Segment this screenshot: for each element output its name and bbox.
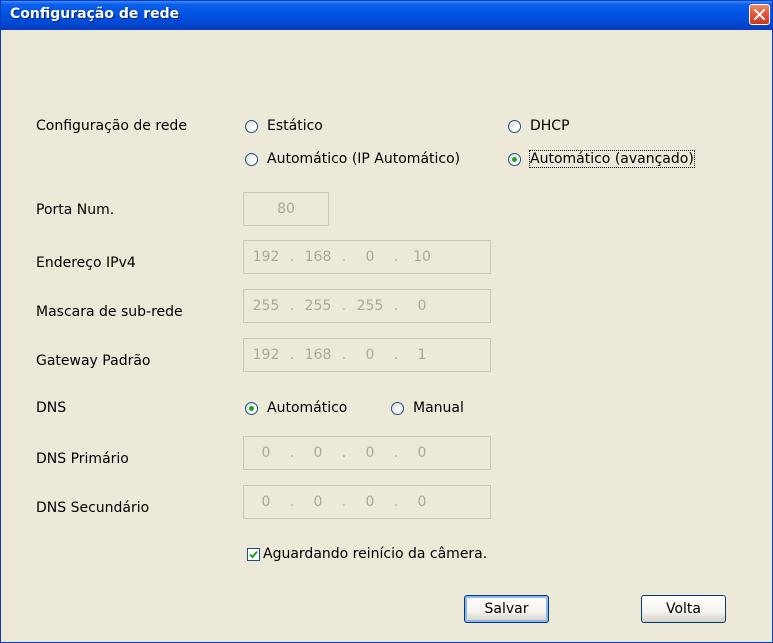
dns-primary-octet-4: 0 — [417, 445, 427, 461]
title-bar[interactable]: Configuração de rede — [1, 1, 772, 30]
dialog-body: Configuração de rede Estático DHCP Autom… — [5, 30, 768, 640]
radio-dns-auto-label: Automático — [267, 400, 348, 416]
radio-dns-auto[interactable]: Automático — [245, 400, 347, 416]
ipv4-octet-4: 10 — [413, 249, 431, 265]
ip-separator: . — [341, 249, 347, 265]
ip-separator: . — [393, 494, 399, 510]
restart-checkbox-label: Aguardando reinício da câmera. — [263, 546, 488, 562]
radio-dhcp[interactable]: DHCP — [508, 118, 570, 134]
radio-dhcp-label: DHCP — [530, 118, 570, 134]
radio-auto-advanced[interactable]: Automático (avançado) — [508, 150, 695, 168]
ipv4-octet-1: 192 — [252, 249, 280, 265]
dns-secondary-label: DNS Secundário — [36, 500, 150, 516]
ip-separator: . — [289, 445, 295, 461]
gateway-label: Gateway Padrão — [36, 353, 151, 369]
close-icon — [754, 9, 765, 20]
radio-auto-advanced-indicator — [508, 152, 521, 166]
radio-auto-advanced-label: Automático (avançado) — [529, 150, 695, 168]
ip-separator: . — [341, 494, 347, 510]
ipv4-octet-3: 0 — [365, 249, 375, 265]
restart-checkbox[interactable]: Aguardando reinício da câmera. — [247, 546, 487, 562]
dns-secondary-octet-1: 0 — [261, 494, 271, 510]
dns-secondary-field[interactable]: 0. 0. 0. 0 — [243, 485, 491, 519]
dns-primary-octet-2: 0 — [313, 445, 323, 461]
ip-separator: . — [289, 298, 295, 314]
radio-dns-manual-indicator — [391, 401, 404, 415]
ip-separator: . — [393, 249, 399, 265]
radio-auto-ip-label: Automático (IP Automático) — [267, 151, 461, 167]
dns-secondary-octet-4: 0 — [417, 494, 427, 510]
radio-auto-ip[interactable]: Automático (IP Automático) — [245, 151, 460, 167]
subnet-label: Mascara de sub-rede — [36, 304, 183, 320]
ip-separator: . — [341, 445, 347, 461]
ip-separator: . — [393, 347, 399, 363]
network-config-label: Configuração de rede — [36, 118, 187, 134]
radio-dhcp-indicator — [508, 119, 521, 133]
gateway-octet-2: 168 — [304, 347, 332, 363]
dns-primary-field[interactable]: 0. 0. 0. 0 — [243, 436, 491, 470]
radio-auto-ip-indicator — [245, 152, 258, 166]
ip-separator: . — [393, 445, 399, 461]
ipv4-field[interactable]: 192. 168. 0. 10 — [243, 240, 491, 274]
dns-secondary-octet-3: 0 — [365, 494, 375, 510]
radio-static[interactable]: Estático — [245, 118, 323, 134]
dns-secondary-octet-2: 0 — [313, 494, 323, 510]
radio-dns-auto-indicator — [245, 401, 258, 415]
port-field[interactable]: 80 — [243, 192, 329, 226]
dns-label: DNS — [36, 400, 67, 416]
ip-separator: . — [289, 347, 295, 363]
subnet-octet-2: 255 — [304, 298, 332, 314]
subnet-field[interactable]: 255. 255. 255. 0 — [243, 289, 491, 323]
port-label: Porta Num. — [36, 202, 115, 218]
subnet-octet-3: 255 — [356, 298, 384, 314]
ip-separator: . — [289, 494, 295, 510]
dns-primary-octet-3: 0 — [365, 445, 375, 461]
gateway-octet-4: 1 — [417, 347, 427, 363]
ip-separator: . — [289, 249, 295, 265]
close-button[interactable] — [749, 4, 770, 25]
ip-separator: . — [341, 298, 347, 314]
ipv4-label: Endereço IPv4 — [36, 255, 136, 271]
radio-dns-manual-label: Manual — [413, 400, 464, 416]
ipv4-octet-2: 168 — [304, 249, 332, 265]
back-button[interactable]: Volta — [641, 595, 726, 623]
subnet-octet-1: 255 — [252, 298, 280, 314]
window-title: Configuração de rede — [10, 6, 180, 22]
ip-separator: . — [393, 298, 399, 314]
subnet-octet-4: 0 — [417, 298, 427, 314]
radio-static-indicator — [245, 119, 258, 133]
checkmark-icon — [249, 550, 258, 558]
checkbox-box — [247, 547, 260, 561]
radio-static-label: Estático — [267, 118, 323, 134]
save-button[interactable]: Salvar — [464, 595, 549, 623]
radio-dns-manual[interactable]: Manual — [391, 400, 464, 416]
gateway-octet-1: 192 — [252, 347, 280, 363]
dns-primary-octet-1: 0 — [261, 445, 271, 461]
ip-separator: . — [341, 347, 347, 363]
network-config-dialog: Configuração de rede Configuração de red… — [0, 0, 773, 643]
dns-primary-label: DNS Primário — [36, 451, 129, 467]
gateway-field[interactable]: 192. 168. 0. 1 — [243, 338, 491, 372]
gateway-octet-3: 0 — [365, 347, 375, 363]
